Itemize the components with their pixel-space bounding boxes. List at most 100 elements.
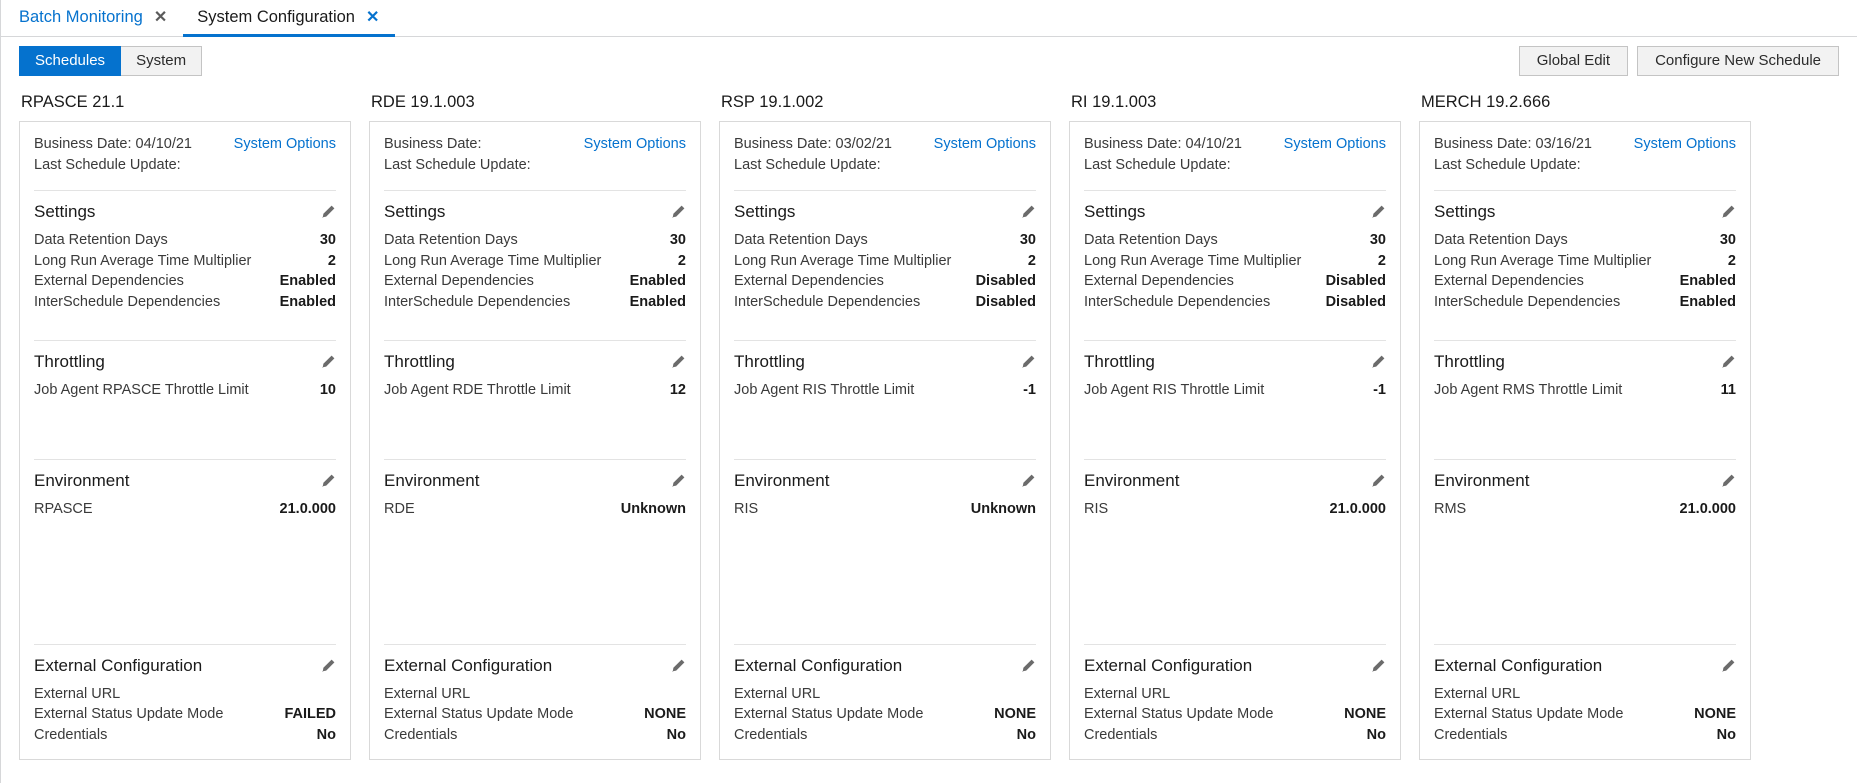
credentials-row: Credentials No (34, 725, 336, 746)
setting-label: Long Run Average Time Multiplier (734, 252, 952, 269)
edit-pencil-icon[interactable] (1370, 354, 1386, 370)
close-icon[interactable]: ✕ (366, 9, 379, 26)
throttle-value: 10 (319, 382, 336, 398)
business-date-value: Business Date: 03/16/21 (1434, 136, 1592, 152)
throttling-section: Throttling Job Agent RIS Throttle Limit … (734, 341, 1036, 401)
last-schedule-update-value: Last Schedule Update: (384, 157, 531, 173)
setting-row: Data Retention Days 30 (34, 230, 336, 251)
edit-pencil-icon[interactable] (670, 354, 686, 370)
edit-pencil-icon[interactable] (670, 658, 686, 674)
configure-new-schedule-button[interactable]: Configure New Schedule (1637, 45, 1839, 76)
tab-batch-monitoring[interactable]: Batch Monitoring ✕ (5, 1, 183, 37)
external-url-label: External URL (734, 685, 821, 702)
system-button[interactable]: System (121, 45, 203, 76)
setting-label: External Dependencies (1084, 273, 1234, 289)
close-icon[interactable]: ✕ (154, 9, 167, 26)
setting-row: External Dependencies Enabled (1434, 271, 1736, 292)
section-title: Settings (34, 202, 96, 221)
tab-system-configuration[interactable]: System Configuration ✕ (183, 1, 396, 37)
throttling-section: Throttling Job Agent RMS Throttle Limit … (1434, 341, 1736, 401)
edit-pencil-icon[interactable] (1370, 658, 1386, 674)
throttle-value: 11 (1720, 382, 1736, 398)
schedule-card: Business Date: 03/16/21 System Options L… (1419, 121, 1751, 760)
edit-pencil-icon[interactable] (320, 204, 336, 220)
credentials-value: No (1366, 726, 1386, 743)
setting-value: 30 (1369, 232, 1386, 248)
edit-pencil-icon[interactable] (1020, 473, 1036, 489)
throttle-row: Job Agent RIS Throttle Limit -1 (734, 380, 1036, 401)
section-title: Settings (384, 202, 446, 221)
throttle-value: 12 (669, 382, 686, 398)
global-edit-button[interactable]: Global Edit (1518, 45, 1629, 76)
external-url-label: External URL (1434, 685, 1521, 702)
throttle-value: -1 (1023, 382, 1036, 398)
system-options-link[interactable]: System Options (1634, 134, 1736, 155)
toolbar: Schedules System Global Edit Configure N… (1, 37, 1857, 84)
edit-pencil-icon[interactable] (1370, 473, 1386, 489)
setting-label: Data Retention Days (1434, 232, 1568, 248)
schedules-button[interactable]: Schedules (19, 45, 122, 76)
environment-row: RMS 21.0.000 (1434, 499, 1736, 520)
external-status-mode-label: External Status Update Mode (1084, 706, 1274, 722)
credentials-value: No (1016, 726, 1036, 743)
edit-pencil-icon[interactable] (1720, 354, 1736, 370)
business-date-row: Business Date: 03/16/21 System Options (1434, 134, 1736, 155)
business-date-row: Business Date: 04/10/21 System Options (1084, 134, 1386, 155)
credentials-row: Credentials No (734, 725, 1036, 746)
section-title: Environment (1084, 470, 1180, 490)
setting-row: InterSchedule Dependencies Enabled (1434, 292, 1736, 313)
external-status-mode-label: External Status Update Mode (384, 706, 574, 722)
setting-row: InterSchedule Dependencies Disabled (1084, 292, 1386, 313)
setting-value: Enabled (1679, 273, 1736, 289)
edit-pencil-icon[interactable] (1370, 204, 1386, 220)
system-options-link[interactable]: System Options (584, 134, 686, 155)
schedule-card-column: RPASCE 21.1 Business Date: 04/10/21 Syst… (19, 93, 351, 760)
setting-row: InterSchedule Dependencies Disabled (734, 292, 1036, 313)
setting-label: External Dependencies (734, 273, 884, 289)
settings-section: Settings Data Retention Days 30 Long Run… (734, 191, 1036, 312)
edit-pencil-icon[interactable] (670, 204, 686, 220)
environment-label: RPASCE (34, 500, 93, 517)
edit-pencil-icon[interactable] (1020, 204, 1036, 220)
edit-pencil-icon[interactable] (1020, 354, 1036, 370)
setting-value: Disabled (1325, 273, 1386, 289)
card-title: RSP 19.1.002 (721, 93, 824, 111)
settings-section: Settings Data Retention Days 30 Long Run… (1084, 191, 1386, 312)
setting-row: Long Run Average Time Multiplier 2 (734, 251, 1036, 272)
credentials-label: Credentials (734, 726, 808, 743)
edit-pencil-icon[interactable] (1720, 658, 1736, 674)
external-url-row: External URL (384, 684, 686, 705)
environment-value: 21.0.000 (1329, 500, 1386, 517)
throttle-label: Job Agent RMS Throttle Limit (1434, 382, 1623, 398)
throttling-section: Throttling Job Agent RIS Throttle Limit … (1084, 341, 1386, 401)
external-url-row: External URL (34, 684, 336, 705)
setting-row: Data Retention Days 30 (384, 230, 686, 251)
edit-pencil-icon[interactable] (320, 658, 336, 674)
setting-row: Data Retention Days 30 (1434, 230, 1736, 251)
edit-pencil-icon[interactable] (1720, 204, 1736, 220)
setting-label: Long Run Average Time Multiplier (1434, 252, 1652, 269)
system-options-link[interactable]: System Options (934, 134, 1036, 155)
system-configuration-page: Batch Monitoring ✕ System Configuration … (0, 0, 1857, 783)
external-status-mode-row: External Status Update Mode NONE (734, 704, 1036, 725)
edit-pencil-icon[interactable] (1020, 658, 1036, 674)
business-date-value: Business Date: 03/02/21 (734, 136, 892, 152)
system-options-link[interactable]: System Options (234, 134, 336, 155)
section-title: Environment (734, 470, 830, 490)
edit-pencil-icon[interactable] (320, 354, 336, 370)
view-mode-segmented-control: Schedules System (19, 45, 203, 76)
edit-pencil-icon[interactable] (670, 473, 686, 489)
environment-label: RIS (734, 500, 759, 517)
edit-pencil-icon[interactable] (1720, 473, 1736, 489)
tab-bar: Batch Monitoring ✕ System Configuration … (1, 0, 1857, 37)
environment-row: RIS 21.0.000 (1084, 499, 1386, 520)
system-options-link[interactable]: System Options (1284, 134, 1386, 155)
section-title: Throttling (1084, 352, 1155, 371)
setting-row: External Dependencies Enabled (384, 271, 686, 292)
environment-value: 21.0.000 (1679, 500, 1736, 517)
edit-pencil-icon[interactable] (320, 473, 336, 489)
last-schedule-update-value: Last Schedule Update: (1084, 157, 1231, 173)
external-url-label: External URL (34, 685, 121, 702)
settings-section: Settings Data Retention Days 30 Long Run… (1434, 191, 1736, 312)
throttle-label: Job Agent RPASCE Throttle Limit (34, 382, 249, 398)
